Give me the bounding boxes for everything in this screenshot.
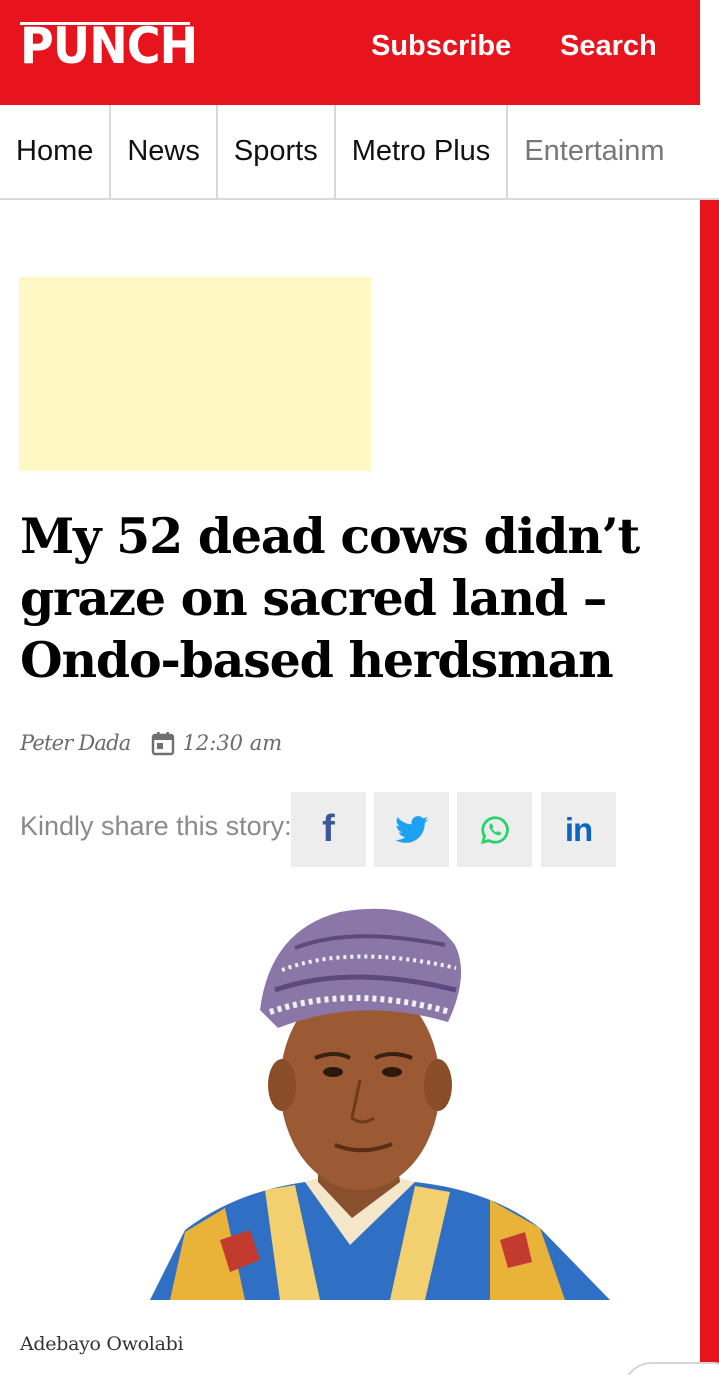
photo-caption: Adebayo Owolabi [20,1333,184,1355]
share-label: Kindly share this story: [20,811,292,841]
share-whatsapp-button[interactable] [457,792,532,867]
author-name[interactable]: Peter Dada [20,731,131,755]
share-facebook-button[interactable]: f [291,792,366,867]
calendar-icon [151,731,174,755]
article-meta: Peter Dada 12:30 am [20,726,282,760]
main-navigation: Home News Sports Metro Plus Entertainm [0,105,719,200]
nav-item-sports[interactable]: Sports [218,105,336,198]
search-link[interactable]: Search [560,30,657,63]
nav-item-news[interactable]: News [111,105,218,198]
article-photo [20,900,680,1300]
share-linkedin-button[interactable]: in [541,792,616,867]
nav-item-metro-plus[interactable]: Metro Plus [336,105,509,198]
publish-time: 12:30 am [182,731,283,755]
whatsapp-icon [480,815,509,844]
facebook-icon: f [322,808,335,850]
herdsman-portrait-image [150,908,610,1300]
linkedin-icon: in [564,810,593,848]
article-headline: My 52 dead cows didn’t graze on sacred l… [20,507,640,689]
nav-item-home[interactable]: Home [0,105,112,198]
advertisement-slot [19,277,371,471]
floating-action-button[interactable] [622,1362,719,1375]
nav-item-entertainment[interactable]: Entertainm [508,105,664,198]
twitter-icon [394,815,428,843]
share-twitter-button[interactable] [374,792,449,867]
scroll-indicator-strip [700,199,719,1375]
subscribe-link[interactable]: Subscribe [371,30,511,63]
site-header: PUNCH Subscribe Search [0,0,700,105]
punch-logo[interactable]: PUNCH [20,20,213,72]
